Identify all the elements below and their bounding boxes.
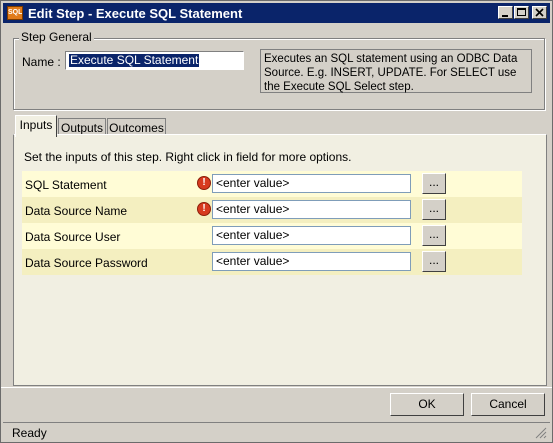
input-value: <enter value> <box>216 228 290 242</box>
name-label: Name : <box>22 55 61 69</box>
data-source-name-browse-button[interactable]: ... <box>422 199 446 220</box>
data-source-name-input[interactable]: <enter value> <box>212 200 411 219</box>
exclamation-icon: ! <box>197 202 211 216</box>
input-row-data-source-name: Data Source Name ! <enter value> ... <box>22 197 522 223</box>
step-general-legend: Step General <box>19 30 94 44</box>
input-value: <enter value> <box>216 176 290 190</box>
maximize-button[interactable] <box>514 6 529 19</box>
sql-statement-input[interactable]: <enter value> <box>212 174 411 193</box>
input-label: SQL Statement <box>25 178 107 192</box>
name-input[interactable]: Execute SQL Statement <box>65 51 244 70</box>
sql-statement-browse-button[interactable]: ... <box>422 173 446 194</box>
close-button[interactable] <box>532 6 547 19</box>
status-bar: Ready <box>3 422 550 441</box>
input-row-sql-statement: SQL Statement ! <enter value> ... <box>22 171 522 197</box>
step-description: Executes an SQL statement using an ODBC … <box>260 49 532 93</box>
name-input-value: Execute SQL Statement <box>69 53 200 67</box>
cancel-button[interactable]: Cancel <box>471 393 545 416</box>
input-value: <enter value> <box>216 254 290 268</box>
exclamation-icon: ! <box>197 176 211 190</box>
tab-inputs[interactable]: Inputs <box>15 115 57 137</box>
input-value: <enter value> <box>216 202 290 216</box>
window-title: Edit Step - Execute SQL Statement <box>28 6 243 21</box>
data-source-password-browse-button[interactable]: ... <box>422 251 446 272</box>
status-text: Ready <box>12 426 47 440</box>
ok-button[interactable]: OK <box>390 393 464 416</box>
input-label: Data Source Name <box>25 204 128 218</box>
minimize-button[interactable] <box>498 6 513 19</box>
data-source-password-input[interactable]: <enter value> <box>212 252 411 271</box>
resize-grip-icon[interactable] <box>535 427 547 439</box>
edit-step-dialog: SQL Edit Step - Execute SQL Statement St… <box>0 0 553 443</box>
inputs-instructions: Set the inputs of this step. Right click… <box>24 150 352 164</box>
input-row-data-source-password: Data Source Password <enter value> ... <box>22 249 522 275</box>
minimize-icon <box>502 15 508 17</box>
data-source-user-input[interactable]: <enter value> <box>212 226 411 245</box>
data-source-user-browse-button[interactable]: ... <box>422 225 446 246</box>
input-label: Data Source User <box>25 230 121 244</box>
input-label: Data Source Password <box>25 256 148 270</box>
title-bar[interactable]: SQL Edit Step - Execute SQL Statement <box>3 3 550 23</box>
app-icon: SQL <box>7 6 23 20</box>
close-icon <box>535 8 544 17</box>
maximize-icon <box>517 8 526 16</box>
input-row-data-source-user: Data Source User <enter value> ... <box>22 223 522 249</box>
footer-divider <box>1 387 552 388</box>
